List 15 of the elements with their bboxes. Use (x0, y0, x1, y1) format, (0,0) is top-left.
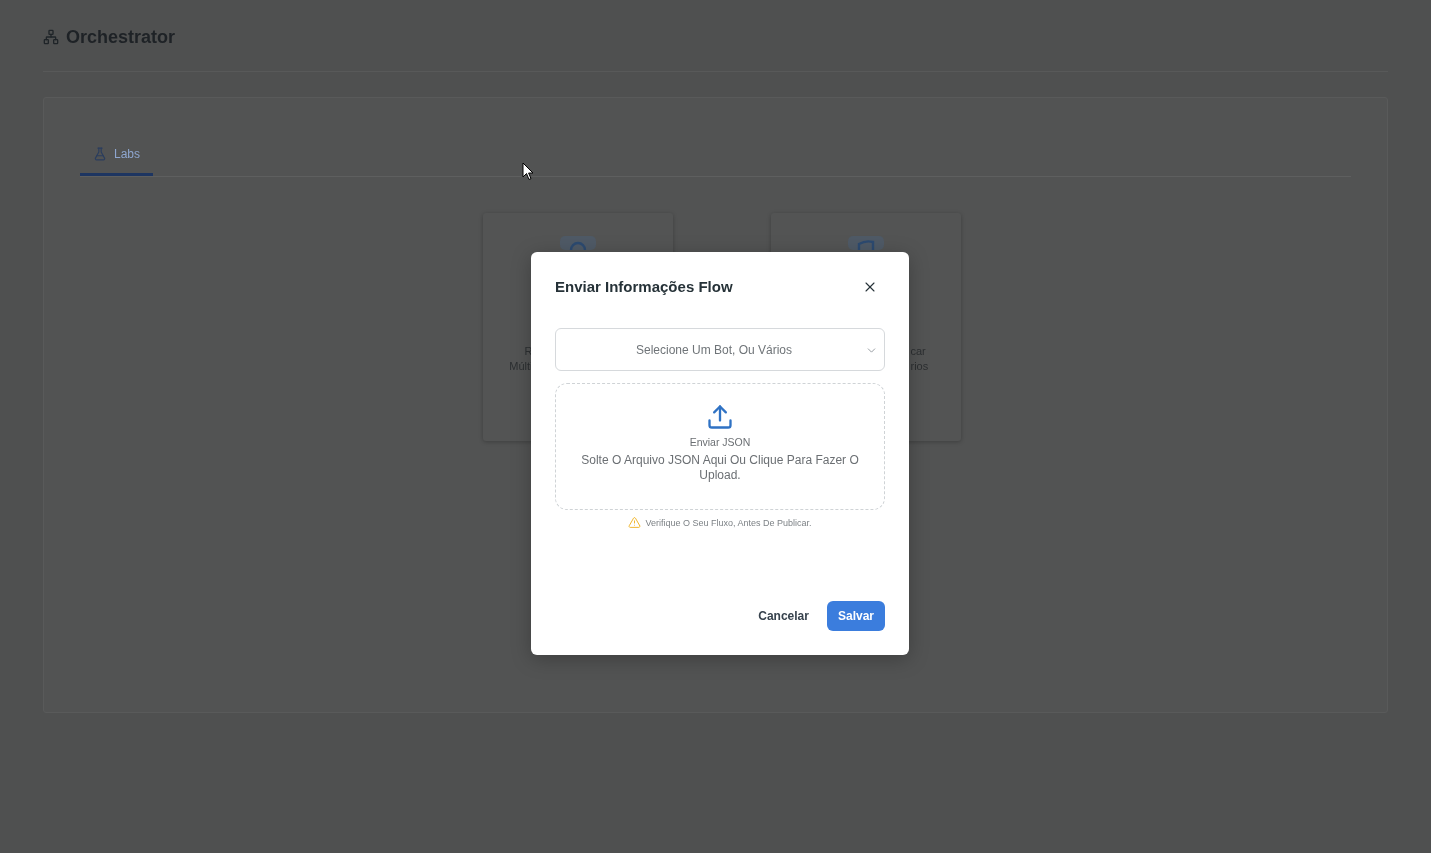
upload-icon (706, 403, 734, 431)
dropzone-description: Solte O Arquivo JSON Aqui Ou Clique Para Fazer O Upload. (580, 453, 860, 483)
cancel-button[interactable]: Cancelar (752, 601, 815, 631)
tab[interactable]: Labs (80, 134, 154, 176)
bot-select[interactable]: Selecione Um Bot, Ou Vários (555, 328, 885, 371)
dialog-title: Enviar Informações Flow (555, 277, 733, 297)
cursor-icon (522, 162, 534, 181)
warning-text: Verifique O Seu Fluxo, Antes De Publicar. (645, 516, 812, 529)
warning-icon (628, 516, 642, 529)
dropzone-title: Enviar JSON (689, 435, 751, 449)
save-button[interactable]: Salvar (826, 601, 885, 631)
flask-icon (93, 146, 107, 161)
file-dropzone[interactable]: Enviar JSON Solte O Arquivo JSON Aqui Ou Clique Para Fazer O Upload. (555, 383, 885, 510)
sitemap-icon (43, 29, 59, 45)
flag-icon (847, 236, 884, 250)
